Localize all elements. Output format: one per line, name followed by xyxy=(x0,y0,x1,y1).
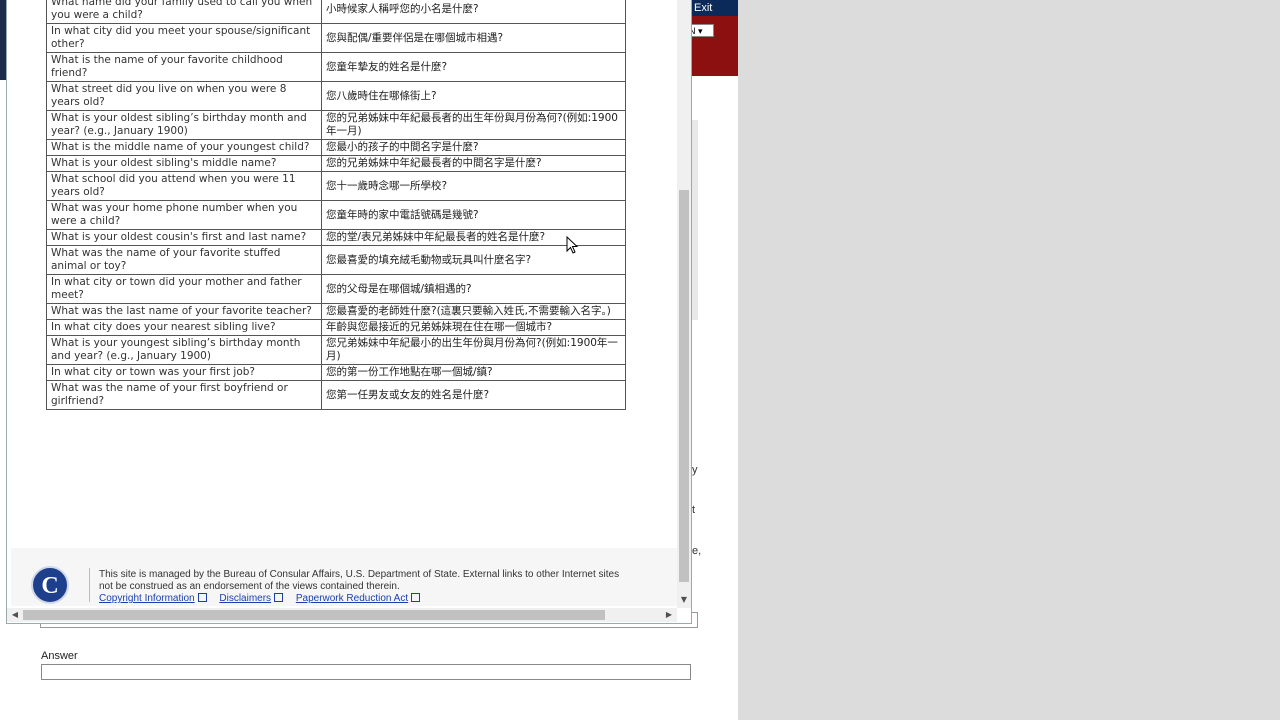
question-row: What was the name of your favorite stuff… xyxy=(46,245,626,275)
question-row: What street did you live on when you wer… xyxy=(46,81,626,111)
question-chinese: 您的堂/表兄弟姊妹中年紀最長者的姓名是什麼? xyxy=(321,229,626,246)
link-label: Paperwork Reduction Act xyxy=(295,593,409,604)
question-row: In what city or town was your first job?… xyxy=(46,364,626,381)
question-english: In what city does your nearest sibling l… xyxy=(46,319,322,336)
popup-content: What name did your family used to call y… xyxy=(7,0,677,606)
question-english: What was the name of your first boyfrien… xyxy=(46,380,322,410)
vertical-scrollbar[interactable]: ▼ xyxy=(677,0,691,608)
question-row: What is your youngest sibling’s birthday… xyxy=(46,335,626,365)
question-english: What school did you attend when you were… xyxy=(46,171,322,201)
scroll-left-arrow-icon[interactable]: ◀ xyxy=(9,608,21,622)
question-english: What is your oldest sibling’s birthday m… xyxy=(46,110,322,140)
question-chinese: 您十一歲時念哪一所學校? xyxy=(321,171,626,201)
consular-affairs-logo: C xyxy=(31,566,69,604)
answer-label: Answer xyxy=(41,650,78,662)
footer-links: Copyright Information Disclaimers Paperw… xyxy=(99,592,430,604)
link-label: Disclaimers xyxy=(219,593,272,604)
copyright-information-link[interactable]: Copyright Information xyxy=(99,593,207,604)
question-english: What was your home phone number when you… xyxy=(46,200,322,230)
question-chinese: 您最喜愛的老師姓什麼?(這裏只要輸入姓氏,不需要輸入名字。) xyxy=(321,303,626,320)
question-chinese: 您最小的孩子的中間名字是什麼? xyxy=(321,139,626,156)
mouse-pointer-icon xyxy=(566,236,578,254)
question-english: In what city or town did your mother and… xyxy=(46,274,322,304)
question-english: What name did your family used to call y… xyxy=(46,0,322,24)
exit-link[interactable]: Exit xyxy=(694,2,712,14)
question-english: What was the name of your favorite stuff… xyxy=(46,245,322,275)
question-row: What is the name of your favorite childh… xyxy=(46,52,626,82)
question-english: What is your oldest sibling's middle nam… xyxy=(46,155,322,172)
question-chinese: 您童年時的家中電話號碼是幾號? xyxy=(321,200,626,230)
background-text-fragment: t xyxy=(692,504,696,516)
disclaimers-link[interactable]: Disclaimers xyxy=(219,593,284,604)
question-row: What name did your family used to call y… xyxy=(46,0,626,24)
question-row: What is the middle name of your youngest… xyxy=(46,139,626,156)
background-text-fragment: y xyxy=(692,464,698,476)
questions-table: What name did your family used to call y… xyxy=(46,0,626,410)
question-chinese: 您兄弟姊妹中年紀最小的出生年份與月份為何?(例如:1900年一月) xyxy=(321,335,626,365)
question-row: In what city does your nearest sibling l… xyxy=(46,319,626,336)
question-row: In what city or town did your mother and… xyxy=(46,274,626,304)
question-row: What was your home phone number when you… xyxy=(46,200,626,230)
question-chinese: 您與配偶/重要伴侶是在哪個城市相遇? xyxy=(321,23,626,53)
question-chinese: 您第一任男友或女友的姓名是什麼? xyxy=(321,380,626,410)
logo-letter: C xyxy=(41,573,59,599)
external-link-icon xyxy=(274,593,284,602)
footer-line-2: not be construed as an endorsement of th… xyxy=(99,580,400,592)
scroll-down-arrow-icon[interactable]: ▼ xyxy=(677,594,691,606)
horizontal-scrollbar[interactable]: ◀ ▶ xyxy=(7,608,677,622)
question-english: In what city or town was your first job? xyxy=(46,364,322,381)
scroll-right-arrow-icon[interactable]: ▶ xyxy=(663,608,675,622)
question-row: What was the name of your first boyfrien… xyxy=(46,380,626,410)
question-english: What is the name of your favorite childh… xyxy=(46,52,322,82)
vertical-scrollbar-thumb[interactable] xyxy=(679,190,689,582)
question-english: What was the last name of your favorite … xyxy=(46,303,322,320)
question-chinese: 您的第一份工作地點在哪一個城/鎮? xyxy=(321,364,626,381)
question-chinese: 您八歲時住在哪條街上? xyxy=(321,81,626,111)
question-row: What school did you attend when you were… xyxy=(46,171,626,201)
footer-divider xyxy=(89,568,90,602)
external-link-icon xyxy=(411,593,421,602)
question-chinese: 您的父母是在哪個城/鎮相遇的? xyxy=(321,274,626,304)
security-questions-popup: What name did your family used to call y… xyxy=(6,0,692,624)
link-label: Copyright Information xyxy=(99,593,195,604)
site-footer: C This site is managed by the Bureau of … xyxy=(11,548,677,606)
question-english: What is your youngest sibling’s birthday… xyxy=(46,335,322,365)
question-row: What is your oldest cousin's first and l… xyxy=(46,229,626,246)
background-text-fragment: e, xyxy=(692,545,702,557)
background-side-panel xyxy=(692,120,698,320)
external-link-icon xyxy=(197,593,207,602)
answer-input[interactable] xyxy=(41,664,691,680)
question-chinese: 您的兄弟姊妹中年紀最長者的出生年份與月份為何?(例如:1900年一月) xyxy=(321,110,626,140)
question-chinese: 您最喜愛的填充絨毛動物或玩具叫什麼名字? xyxy=(321,245,626,275)
horizontal-scrollbar-thumb[interactable] xyxy=(23,610,605,620)
question-english: What is the middle name of your youngest… xyxy=(46,139,322,156)
question-english: In what city did you meet your spouse/si… xyxy=(46,23,322,53)
question-english: What is your oldest cousin's first and l… xyxy=(46,229,322,246)
question-chinese: 年齡與您最接近的兄弟姊妹現在住在哪一個城市? xyxy=(321,319,626,336)
question-row: What is your oldest sibling’s birthday m… xyxy=(46,110,626,140)
question-row: What is your oldest sibling's middle nam… xyxy=(46,155,626,172)
footer-disclaimer-text: This site is managed by the Bureau of Co… xyxy=(99,569,677,592)
question-english: What street did you live on when you wer… xyxy=(46,81,322,111)
question-chinese: 小時候家人稱呼您的小名是什麼? xyxy=(321,0,626,24)
paperwork-reduction-act-link[interactable]: Paperwork Reduction Act xyxy=(295,593,421,604)
question-row: What was the last name of your favorite … xyxy=(46,303,626,320)
question-chinese: 您童年摯友的姓名是什麼? xyxy=(321,52,626,82)
question-row: In what city did you meet your spouse/si… xyxy=(46,23,626,53)
footer-line-1: This site is managed by the Bureau of Co… xyxy=(99,569,620,580)
question-chinese: 您的兄弟姊妹中年紀最長者的中間名字是什麼? xyxy=(321,155,626,172)
